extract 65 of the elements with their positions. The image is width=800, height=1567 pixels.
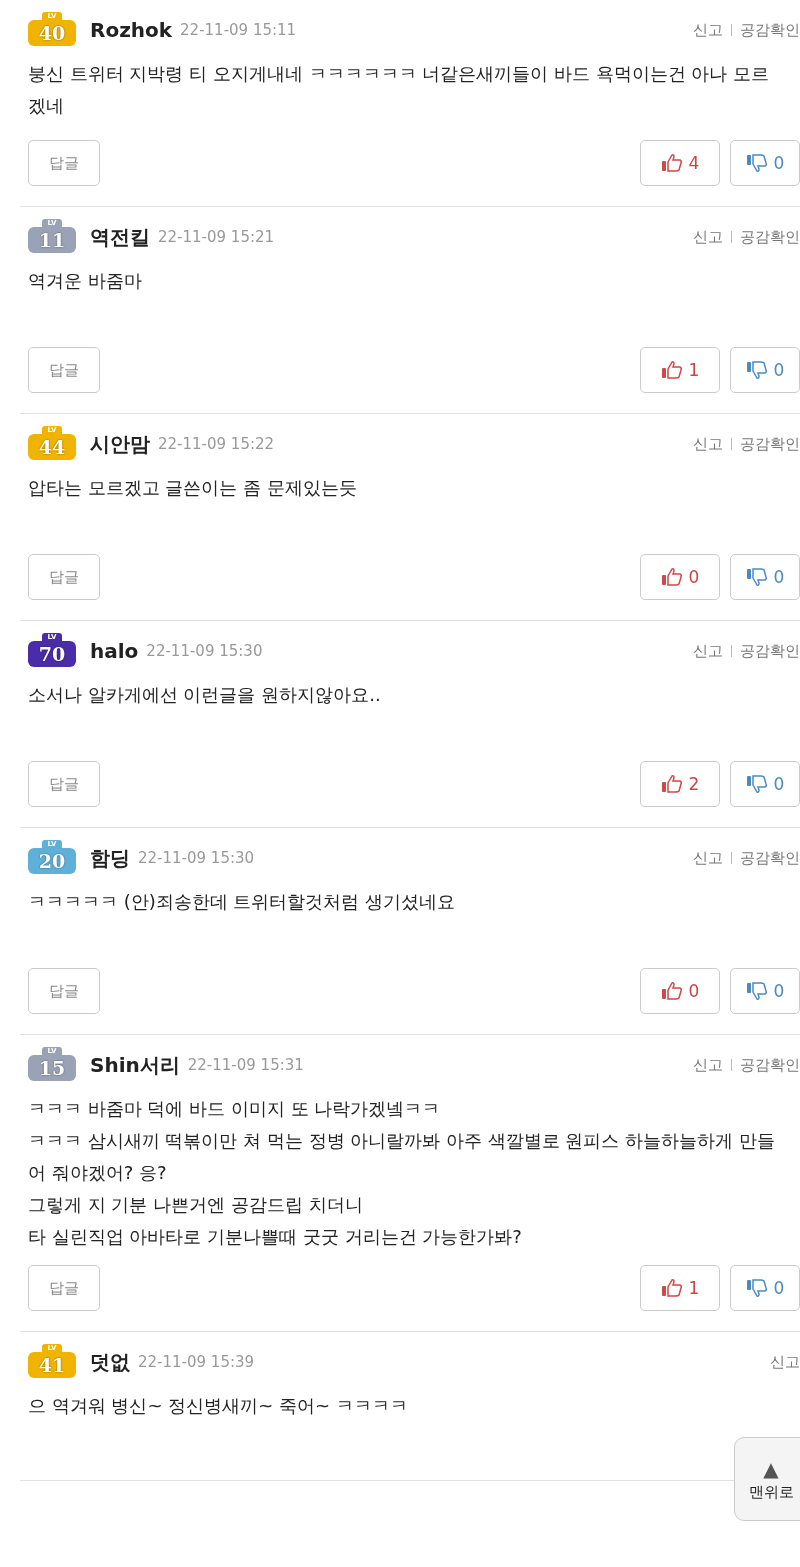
thumbs-up-icon	[660, 1278, 683, 1298]
thumbs-up-icon	[660, 360, 683, 380]
thumbs-down-icon	[745, 153, 768, 173]
back-to-top-button[interactable]: ▲ 맨위로	[734, 1437, 800, 1521]
report-link[interactable]: 신고	[693, 434, 723, 454]
reply-button[interactable]: 답글	[28, 761, 100, 807]
author-name[interactable]: 덧없	[90, 1348, 130, 1376]
thumbs-up-icon	[660, 981, 683, 1001]
comment-text: 붕신 트위터 지박령 티 오지게내네 ㅋㅋㅋㅋㅋㅋ 너같은새끼들이 바드 욕먹이는건 아나 모르 겠네	[28, 62, 771, 118]
dislike-button[interactable]: 0	[730, 968, 800, 1014]
reply-button[interactable]: 답글	[28, 347, 100, 393]
report-link[interactable]: 신고	[693, 227, 723, 247]
report-link[interactable]: 신고	[693, 848, 723, 868]
likes-link[interactable]: 공감확인	[740, 434, 800, 454]
thumbs-up-icon	[660, 567, 683, 587]
reply-button[interactable]: 답글	[28, 1265, 100, 1311]
report-link[interactable]: 신고	[693, 641, 723, 661]
dislike-button[interactable]: 0	[730, 347, 800, 393]
dislike-button[interactable]: 0	[730, 140, 800, 186]
comment-date: 22-11-09 15:39	[138, 1353, 255, 1371]
likes-link[interactable]: 공감확인	[740, 848, 800, 868]
comment-text: 으 역겨워 병신~ 정신병새끼~ 죽어~ ㅋㅋㅋㅋ	[28, 1394, 409, 1418]
dislike-button[interactable]: 0	[730, 761, 800, 807]
comment-date: 22-11-09 15:30	[146, 642, 263, 660]
comment-date: 22-11-09 15:22	[158, 435, 275, 453]
dislike-button[interactable]: 0	[730, 554, 800, 600]
thumbs-up-icon	[660, 153, 683, 173]
likes-link[interactable]: 공감확인	[740, 227, 800, 247]
like-button[interactable]: 0	[640, 554, 720, 600]
comment-date: 22-11-09 15:21	[158, 228, 275, 246]
comment-date: 22-11-09 15:31	[187, 1056, 304, 1074]
likes-link[interactable]: 공감확인	[740, 1055, 800, 1075]
dislike-button[interactable]: 0	[730, 1265, 800, 1311]
like-button[interactable]: 4	[640, 140, 720, 186]
author-name[interactable]: Shin서리	[90, 1051, 180, 1079]
report-link[interactable]: 신고	[693, 1055, 723, 1075]
reply-button[interactable]: 답글	[28, 140, 100, 186]
thumbs-down-icon	[745, 774, 768, 794]
like-button[interactable]: 1	[640, 1265, 720, 1311]
thumbs-down-icon	[745, 981, 768, 1001]
comment-date: 22-11-09 15:11	[180, 21, 297, 39]
reply-button[interactable]: 답글	[28, 554, 100, 600]
thumbs-down-icon	[745, 360, 768, 380]
comment-text: ㅋㅋㅋㅋㅋ (안)죄송한데 트위터할것처럼 생기셨네요	[28, 890, 457, 914]
author-name[interactable]: 함딩	[90, 844, 130, 872]
thumbs-down-icon	[745, 1278, 768, 1298]
comment-date: 22-11-09 15:30	[138, 849, 255, 867]
thumbs-down-icon	[745, 567, 768, 587]
likes-link[interactable]: 공감확인	[740, 20, 800, 40]
comment-text: 압타는 모르겠고 글쓴이는 좀 문제있는듯	[28, 476, 358, 500]
reply-button[interactable]: 답글	[28, 968, 100, 1014]
like-button[interactable]: 1	[640, 347, 720, 393]
author-name[interactable]: Rozhok	[90, 18, 173, 42]
report-link[interactable]: 신고	[770, 1352, 800, 1372]
comment-text: 역겨운 바줌마	[28, 269, 143, 293]
report-link[interactable]: 신고	[693, 20, 723, 40]
author-name[interactable]: 시안맘	[90, 430, 150, 458]
comment-text: ㅋㅋㅋ 바줌마 덕에 바드 이미지 또 나락가겠넼ㅋㅋ ㅋㅋㅋ 삼시새끼 떡볶이만 쳐 먹는 정병 아니랄까봐 아주 색깔별로 원피스 하늘하늘하게 만들 어 줘야겠어? 응? 그렇게 지 기분 나쁜거엔 공감드립 치더니 타 실린직업 아바타로 기분나쁠때 굿굿 거리는건 가능한가봐?	[28, 1097, 776, 1249]
author-name[interactable]: halo	[90, 639, 139, 663]
thumbs-up-icon	[660, 774, 683, 794]
likes-link[interactable]: 공감확인	[740, 641, 800, 661]
like-button[interactable]: 2	[640, 761, 720, 807]
comment-text: 소서나 알카게에선 이런글을 원하지않아요..	[28, 683, 382, 707]
author-name[interactable]: 역전킬	[90, 223, 150, 251]
like-button[interactable]: 0	[640, 968, 720, 1014]
